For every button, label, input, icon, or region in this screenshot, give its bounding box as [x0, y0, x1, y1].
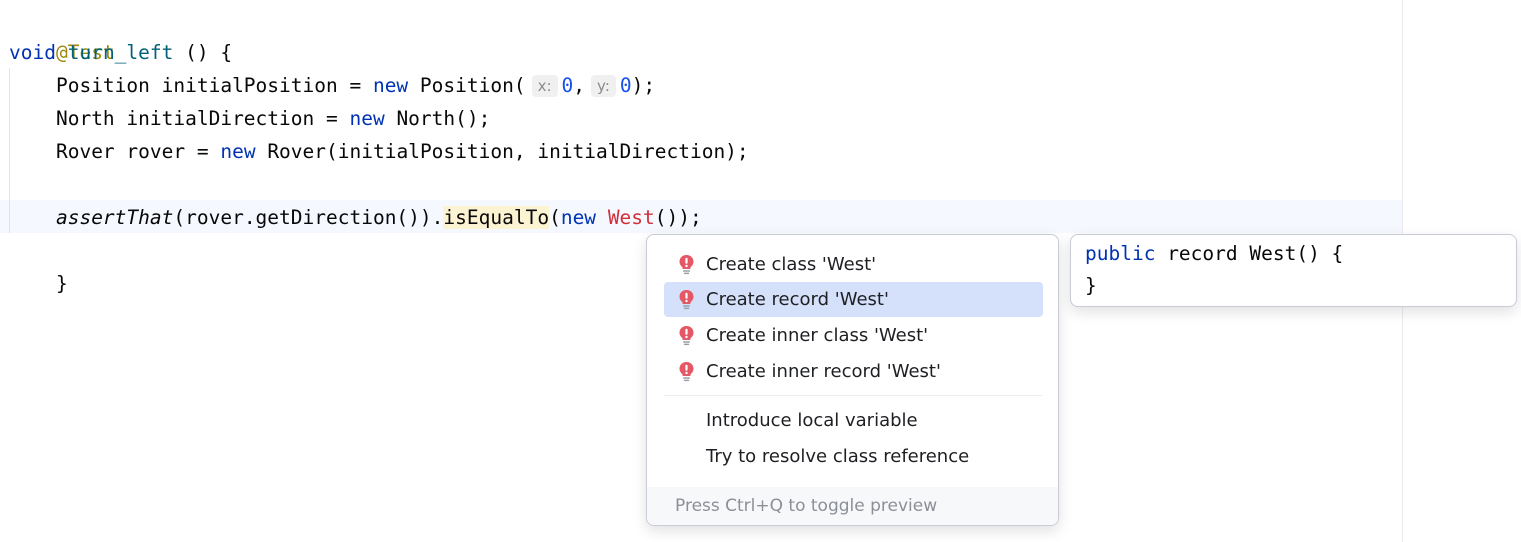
code-line-2[interactable]: void turn_left () { — [9, 36, 232, 69]
method-name-token: turn_left — [67, 41, 174, 64]
static-call-token: assertThat — [55, 206, 174, 229]
error-bulb-icon — [679, 326, 694, 346]
keyword-token: new — [220, 140, 256, 163]
code-text: ()); — [654, 206, 702, 229]
keyword-token: public — [1085, 242, 1156, 265]
menu-item-label: Create inner record 'West' — [706, 361, 941, 382]
code-text: ( — [549, 206, 561, 229]
keyword-token: new — [349, 107, 385, 130]
highlighted-method-token: isEqualTo — [443, 206, 550, 229]
intention-actions-popup[interactable]: Create class 'West' Create record 'West'… — [646, 234, 1059, 526]
preview-line-1: public record West() { — [1085, 237, 1343, 270]
menu-separator — [664, 395, 1042, 396]
code-text: Rover rover = — [55, 140, 221, 163]
code-text: (rover.getDirection()). — [173, 206, 444, 229]
code-line-8[interactable]: } — [9, 234, 68, 295]
code-line-7[interactable]: assertThat(rover.getDirection()).isEqual… — [9, 201, 702, 234]
closing-brace: } — [55, 272, 68, 295]
menu-item-label: Introduce local variable — [706, 410, 918, 431]
menu-item-label: Create inner class 'West' — [706, 325, 929, 346]
error-bulb-icon — [679, 255, 694, 275]
code-text: record West() { — [1155, 242, 1344, 265]
menu-item-resolve-class-reference[interactable]: Try to resolve class reference — [664, 439, 1043, 474]
keyword-token: void — [9, 41, 56, 64]
menu-item-label: Create record 'West' — [706, 289, 889, 310]
code-line-5[interactable]: Rover rover = new Rover(initialPosition,… — [9, 135, 749, 168]
code-text: North initialDirection = — [55, 107, 350, 130]
footer-hint: Press Ctrl+Q to toggle preview — [675, 496, 938, 516]
menu-item-create-record[interactable]: Create record 'West' — [664, 282, 1043, 317]
code-text: Position initialPosition = — [55, 74, 373, 97]
parameter-hint-x: x: — [531, 75, 558, 97]
code-line-3[interactable]: Position initialPosition = new Position(… — [9, 69, 655, 102]
code-line-4[interactable]: North initialDirection = new North(); — [9, 102, 490, 135]
code-text: Rover(initialPosition, initialDirection)… — [255, 140, 749, 163]
preview-line-2: } — [1085, 269, 1097, 302]
menu-item-create-inner-record[interactable]: Create inner record 'West' — [664, 354, 1043, 389]
keyword-token: new — [372, 74, 409, 97]
menu-item-label: Create class 'West' — [706, 254, 877, 275]
code-line-1[interactable]: @Test — [9, 3, 115, 64]
preview-popup: public record West() { } — [1070, 234, 1517, 307]
closing-brace: } — [1085, 274, 1097, 297]
unresolved-class-token[interactable]: West — [608, 206, 655, 229]
code-text: () { — [173, 41, 233, 64]
parameter-hint-y: y: — [591, 75, 616, 97]
menu-item-label: Try to resolve class reference — [706, 446, 970, 467]
menu-item-introduce-local-variable[interactable]: Introduce local variable — [664, 403, 1043, 438]
code-text: Position( — [408, 74, 526, 97]
code-text: North(); — [384, 107, 491, 130]
error-bulb-icon — [679, 290, 694, 310]
code-text: , — [573, 74, 586, 97]
error-bulb-icon — [679, 362, 694, 382]
menu-item-create-class[interactable]: Create class 'West' — [664, 247, 1043, 282]
number-token: 0 — [561, 74, 574, 97]
number-token: 0 — [619, 74, 632, 97]
popup-footer: Press Ctrl+Q to toggle preview — [647, 487, 1058, 525]
code-text: ); — [631, 74, 656, 97]
menu-item-create-inner-class[interactable]: Create inner class 'West' — [664, 318, 1043, 353]
keyword-token: new — [560, 206, 597, 229]
